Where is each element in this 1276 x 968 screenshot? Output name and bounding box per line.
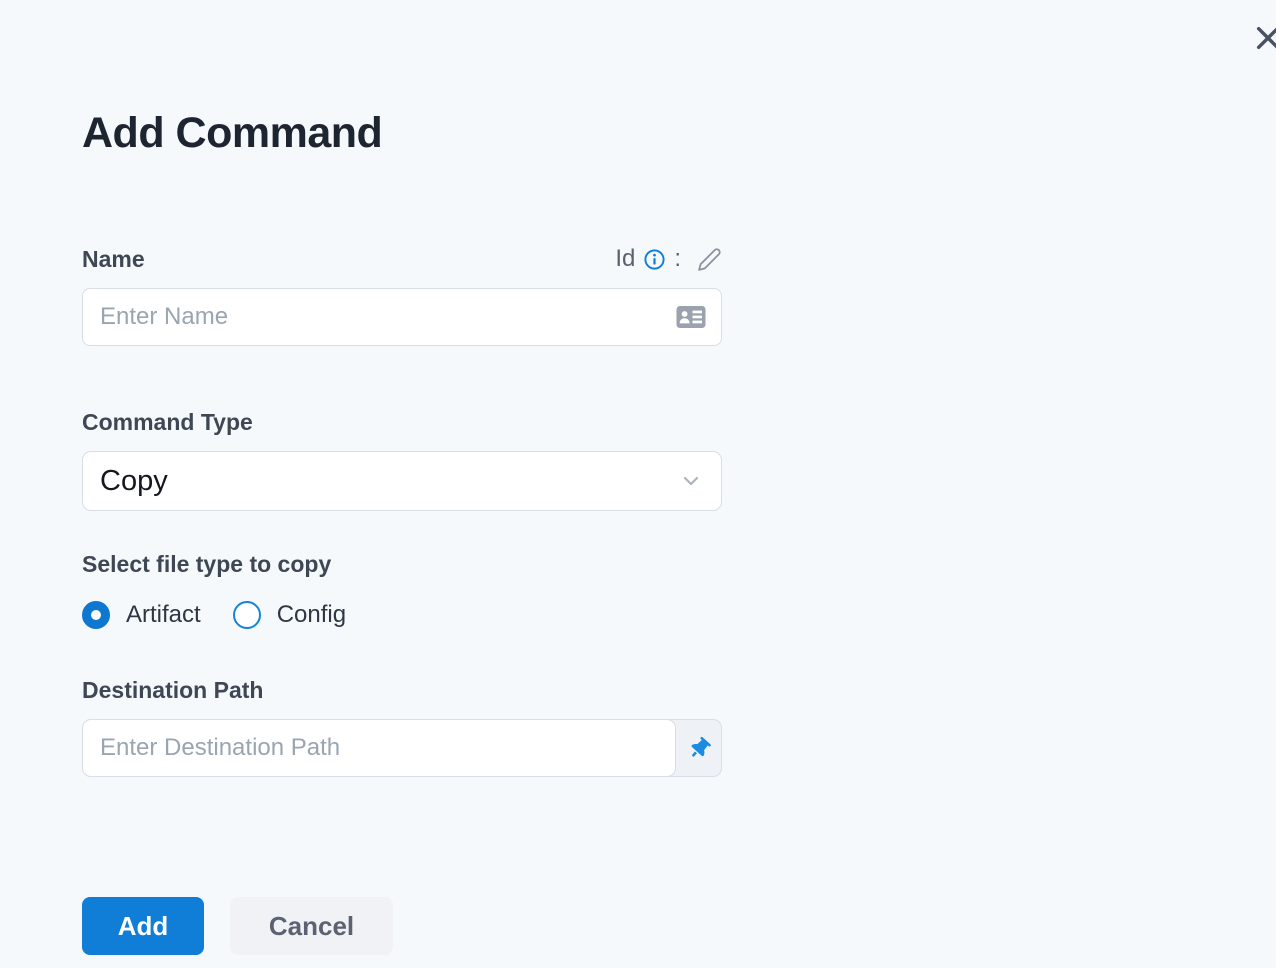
radio-config-unselected[interactable] bbox=[232, 601, 261, 629]
id-label: Id bbox=[615, 245, 636, 272]
radio-option-config[interactable]: Config bbox=[232, 601, 347, 629]
radio-config-label: Config bbox=[276, 601, 347, 628]
close-icon[interactable] bbox=[1251, 21, 1276, 55]
destination-path-label: Destination Path bbox=[82, 676, 264, 703]
command-type-select[interactable]: Copy bbox=[82, 451, 722, 511]
destination-path-input[interactable] bbox=[82, 719, 676, 777]
chevron-down-icon bbox=[681, 471, 701, 491]
command-type-value: Copy bbox=[100, 464, 168, 497]
radio-artifact-label: Artifact bbox=[126, 601, 201, 628]
id-colon: : bbox=[674, 245, 681, 272]
add-command-dialog: Add Command Name Id : Enter Name Command… bbox=[82, 108, 722, 955]
id-card-icon bbox=[676, 305, 706, 329]
radio-option-artifact[interactable]: Artifact bbox=[82, 601, 201, 629]
file-type-label: Select file type to copy bbox=[82, 550, 332, 577]
file-type-radio-group: Artifact Config bbox=[82, 599, 722, 631]
command-type-label: Command Type bbox=[82, 408, 253, 435]
id-group: Id : bbox=[615, 245, 722, 273]
command-type-label-row: Command Type bbox=[82, 407, 722, 437]
info-icon[interactable] bbox=[643, 248, 666, 271]
cancel-button[interactable]: Cancel bbox=[230, 897, 393, 955]
name-label-row: Name Id : bbox=[82, 244, 722, 274]
radio-artifact-selected[interactable] bbox=[82, 601, 110, 629]
destination-path-group bbox=[82, 719, 722, 777]
name-label: Name bbox=[82, 245, 145, 272]
add-button[interactable]: Add bbox=[82, 897, 204, 955]
pushpin-icon[interactable] bbox=[676, 719, 722, 777]
edit-pencil-icon[interactable] bbox=[697, 247, 722, 272]
file-type-label-row: Select file type to copy bbox=[82, 549, 722, 579]
destination-path-label-row: Destination Path bbox=[82, 675, 722, 705]
page-title: Add Command bbox=[82, 109, 383, 157]
dialog-actions: Add Cancel bbox=[82, 897, 722, 955]
name-field-wrap bbox=[82, 288, 722, 346]
name-input[interactable] bbox=[82, 288, 722, 346]
